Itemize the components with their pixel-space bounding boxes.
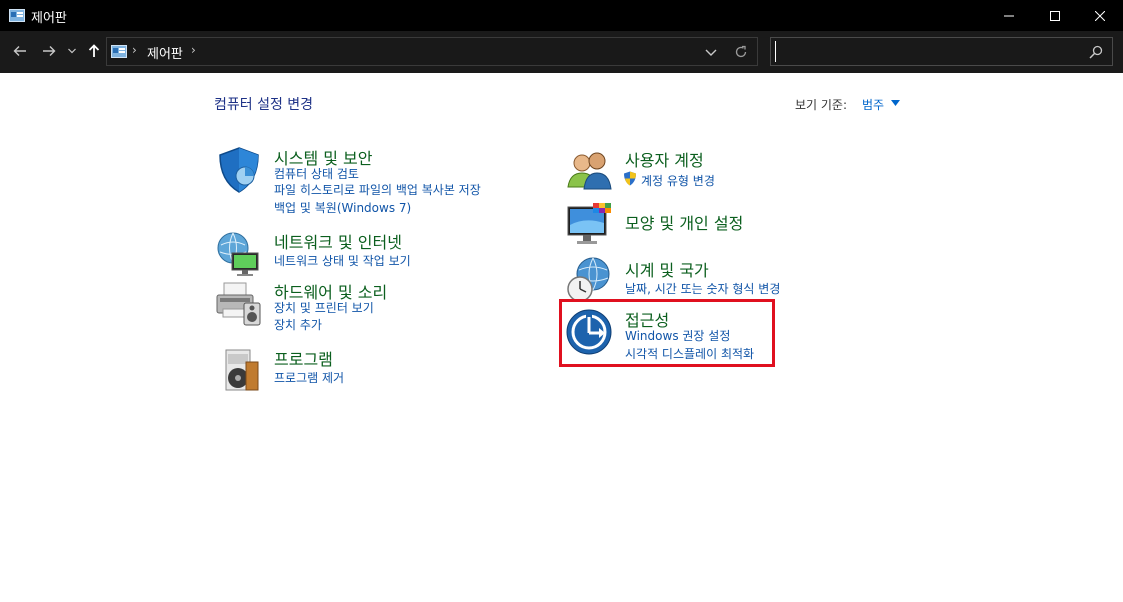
- category-hardware-sound: 하드웨어 및 소리 장치 및 프린터 보기 장치 추가: [214, 279, 514, 339]
- link-review-status[interactable]: 컴퓨터 상태 검토: [274, 165, 359, 182]
- category-system-security: 시스템 및 보안 컴퓨터 상태 검토 파일 히스토리로 파일의 백업 복사본 저…: [214, 145, 514, 220]
- recent-locations-button[interactable]: [64, 40, 80, 62]
- chevron-down-icon: [68, 48, 76, 54]
- refresh-icon[interactable]: [733, 44, 749, 60]
- category-user-accounts: 사용자 계정 계정 유형 변경: [565, 147, 865, 192]
- minimize-button[interactable]: [986, 0, 1032, 31]
- window-title: 제어판: [31, 11, 67, 26]
- navigation-bar: › 제어판 ›: [0, 31, 1123, 73]
- control-panel-icon: [9, 9, 25, 22]
- link-uninstall-program[interactable]: 프로그램 제거: [274, 369, 344, 386]
- close-icon: [1095, 10, 1105, 21]
- link-network-status[interactable]: 네트워크 상태 및 작업 보기: [274, 252, 411, 269]
- forward-button[interactable]: [38, 40, 60, 62]
- minimize-icon: [1004, 15, 1014, 16]
- arrow-left-icon: [13, 46, 26, 56]
- arrow-up-icon: [88, 44, 100, 57]
- link-devices-printers[interactable]: 장치 및 프린터 보기: [274, 299, 374, 316]
- back-button[interactable]: [9, 40, 31, 62]
- category-network-internet: 네트워크 및 인터넷 네트워크 상태 및 작업 보기: [214, 229, 514, 276]
- users-icon[interactable]: [565, 147, 615, 197]
- link-date-time-format[interactable]: 날짜, 시간 또는 숫자 형식 변경: [625, 280, 780, 297]
- search-box[interactable]: [770, 37, 1113, 66]
- search-input[interactable]: [775, 41, 1075, 62]
- programs-icon[interactable]: [214, 346, 264, 396]
- maximize-icon: [1050, 10, 1060, 21]
- uac-shield-icon: [624, 171, 636, 186]
- category-title[interactable]: 모양 및 개인 설정: [625, 210, 743, 234]
- title-bar: 제어판: [0, 0, 1123, 31]
- up-button[interactable]: [83, 40, 105, 62]
- category-title[interactable]: 시계 및 국가: [625, 257, 709, 281]
- search-icon[interactable]: [1089, 45, 1103, 59]
- page-title: 컴퓨터 설정 변경: [214, 97, 314, 113]
- printer-icon[interactable]: [214, 279, 264, 329]
- breadcrumb-control-panel[interactable]: 제어판: [147, 43, 183, 62]
- category-title[interactable]: 네트워크 및 인터넷: [274, 229, 402, 253]
- link-change-account-type[interactable]: 계정 유형 변경: [641, 172, 715, 189]
- caret-down-icon[interactable]: [891, 100, 900, 106]
- chevron-down-icon[interactable]: [703, 44, 719, 60]
- breadcrumb-separator[interactable]: ›: [132, 43, 137, 57]
- view-by-dropdown[interactable]: 범주: [862, 96, 884, 113]
- highlight-box: [559, 299, 775, 367]
- category-programs: 프로그램 프로그램 제거: [214, 346, 514, 391]
- category-appearance-personalization: 모양 및 개인 설정: [565, 201, 865, 251]
- category-title[interactable]: 프로그램: [274, 346, 333, 370]
- link-file-history[interactable]: 파일 히스토리로 파일의 백업 복사본 저장: [274, 181, 481, 198]
- maximize-button[interactable]: [1032, 0, 1078, 31]
- category-clock-region: 시계 및 국가 날짜, 시간 또는 숫자 형식 변경: [565, 256, 865, 302]
- shield-icon[interactable]: [214, 145, 264, 195]
- link-backup-restore[interactable]: 백업 및 복원(Windows 7): [274, 199, 411, 216]
- category-title[interactable]: 사용자 계정: [625, 147, 704, 171]
- breadcrumb-separator[interactable]: ›: [191, 43, 196, 57]
- display-icon[interactable]: [565, 201, 615, 251]
- close-button[interactable]: [1077, 0, 1123, 31]
- view-by-label: 보기 기준:: [795, 98, 848, 112]
- control-panel-icon: [111, 45, 127, 58]
- address-bar[interactable]: › 제어판 ›: [106, 37, 758, 66]
- network-icon[interactable]: [214, 229, 264, 279]
- arrow-right-icon: [43, 46, 56, 56]
- link-add-device[interactable]: 장치 추가: [274, 316, 322, 333]
